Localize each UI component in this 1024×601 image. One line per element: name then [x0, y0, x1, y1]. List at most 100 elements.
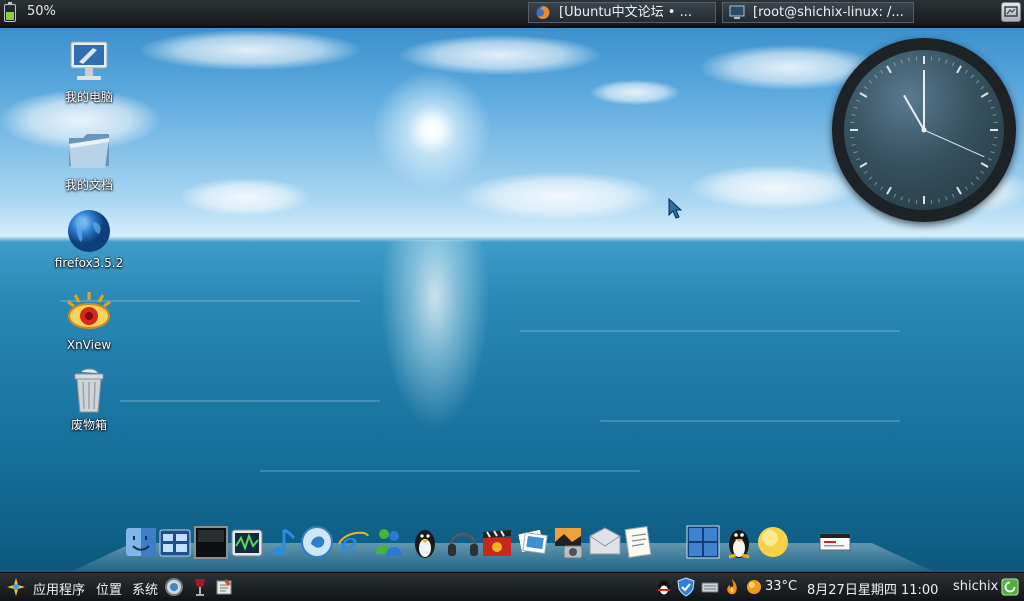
- clock-tick: [976, 80, 979, 83]
- clock-tick: [856, 158, 860, 160]
- trash-icon: [65, 368, 113, 414]
- mail-icon[interactable]: [588, 524, 622, 560]
- tux-icon[interactable]: [722, 524, 756, 560]
- desktop-icon-label: 废物箱: [44, 416, 134, 433]
- clock-tick: [887, 66, 891, 73]
- clock-tick: [981, 171, 984, 173]
- update-shield-icon[interactable]: [676, 577, 696, 597]
- camera-icon[interactable]: [552, 524, 586, 560]
- finder-icon[interactable]: [124, 524, 158, 560]
- clock-second-hand: [924, 130, 984, 157]
- network-monitor-icon[interactable]: [230, 524, 264, 560]
- weather-icon[interactable]: [744, 577, 764, 597]
- wave: [520, 330, 900, 332]
- clock-tick: [869, 177, 872, 180]
- cloud: [180, 178, 310, 216]
- weather-sun-icon[interactable]: [756, 524, 790, 560]
- computer-icon: [65, 40, 113, 86]
- clock-tick: [957, 66, 961, 73]
- clock-tick: [981, 163, 988, 167]
- globe-icon: [65, 208, 113, 254]
- clock-tick: [860, 93, 867, 97]
- clock-tick: [894, 194, 896, 198]
- desktop-icon-label: 我的文档: [44, 176, 134, 193]
- desktop-icon-label: 我的电脑: [44, 88, 134, 105]
- bottom-panel: 应用程序 位置 系统 33°C 8月27日星期四 11:00 shichix: [0, 572, 1024, 601]
- taskbar-button-terminal[interactable]: [root@shichix-linux: /...: [722, 2, 914, 23]
- calendar-icon[interactable]: [818, 524, 852, 560]
- folder-icon: [65, 128, 113, 174]
- qq-penguin-icon[interactable]: [654, 577, 674, 597]
- penguin-icon[interactable]: [408, 524, 442, 560]
- taskbar-label: [root@shichix-linux: /...: [753, 3, 904, 22]
- taskbar-label: [Ubuntu中文论坛 • ...: [559, 3, 692, 22]
- temperature-label[interactable]: 33°C: [765, 579, 797, 594]
- top-panel: 50% [Ubuntu中文论坛 • ... [root@shichix-linu…: [0, 0, 1024, 28]
- internet-explorer-icon[interactable]: e: [336, 524, 370, 560]
- xnview-eye-icon: [65, 290, 113, 336]
- black-screen-icon[interactable]: [194, 524, 228, 560]
- music-note-icon[interactable]: [266, 524, 300, 560]
- main-menu-icon[interactable]: [6, 577, 26, 597]
- desktop-icon-documents[interactable]: 我的文档: [44, 128, 134, 193]
- browser-launcher-icon[interactable]: [164, 577, 184, 597]
- show-desktop-icon[interactable]: [1001, 2, 1021, 22]
- window-list-icon[interactable]: [158, 524, 192, 560]
- photo-collection-icon[interactable]: [516, 524, 550, 560]
- text-editor-icon[interactable]: [214, 577, 234, 597]
- workspace-switcher-icon[interactable]: [686, 524, 720, 560]
- svg-text:e: e: [340, 527, 358, 560]
- menu-applications[interactable]: 应用程序: [33, 579, 85, 598]
- clock-tick: [992, 145, 996, 146]
- clock-tick: [854, 107, 858, 108]
- keyboard-icon[interactable]: [700, 577, 720, 597]
- clock-tick: [874, 75, 877, 78]
- clock-tick: [854, 152, 858, 153]
- cloud: [400, 35, 600, 75]
- clock-tick: [946, 60, 947, 64]
- wave: [600, 420, 900, 422]
- desktop-icon-trash[interactable]: 废物箱: [44, 368, 134, 433]
- system-monitor-flame-icon[interactable]: [722, 577, 742, 597]
- cloud: [140, 30, 360, 70]
- username-label[interactable]: shichix: [953, 579, 998, 594]
- clock-tick: [881, 187, 883, 190]
- quicktime-icon[interactable]: [300, 524, 334, 560]
- clock-tick: [946, 197, 947, 201]
- clock-tick: [887, 187, 891, 194]
- desktop-icon-firefox[interactable]: firefox3.5.2: [44, 208, 134, 270]
- clock-tick: [856, 100, 860, 102]
- desktop-icon-label: XnView: [44, 338, 134, 352]
- clock-tick: [981, 87, 984, 89]
- date-time-label[interactable]: 8月27日星期四 11:00: [807, 579, 938, 598]
- clock-tick: [952, 62, 954, 66]
- clock-tick: [992, 115, 996, 116]
- wave: [260, 470, 640, 472]
- headphones-icon[interactable]: [446, 524, 480, 560]
- desktop-icon-computer[interactable]: 我的电脑: [44, 40, 134, 105]
- wine-glass-icon[interactable]: [190, 577, 210, 597]
- battery-icon[interactable]: [4, 4, 16, 22]
- menu-system[interactable]: 系统: [132, 579, 158, 598]
- clock-tick: [901, 197, 902, 201]
- clock-tick: [988, 100, 992, 102]
- menu-places[interactable]: 位置: [96, 579, 122, 598]
- wave: [120, 400, 380, 402]
- sun: [372, 70, 492, 190]
- clock-tick: [909, 58, 910, 62]
- clock-tick: [852, 115, 856, 116]
- cloud: [460, 172, 660, 220]
- logout-icon[interactable]: [1001, 578, 1019, 596]
- movie-clapper-icon[interactable]: [480, 524, 514, 560]
- messenger-icon[interactable]: [372, 524, 406, 560]
- notes-icon[interactable]: [622, 524, 656, 560]
- clock-tick: [965, 187, 967, 190]
- taskbar-button-firefox[interactable]: [Ubuntu中文论坛 • ...: [528, 2, 716, 23]
- clock-tick: [901, 60, 902, 64]
- analog-clock-widget[interactable]: [832, 38, 1016, 222]
- desktop-icon-xnview[interactable]: XnView: [44, 290, 134, 352]
- clock-tick: [981, 93, 988, 97]
- clock-tick: [991, 152, 995, 153]
- mouse-cursor-icon: [668, 198, 682, 220]
- firefox-icon: [535, 5, 551, 20]
